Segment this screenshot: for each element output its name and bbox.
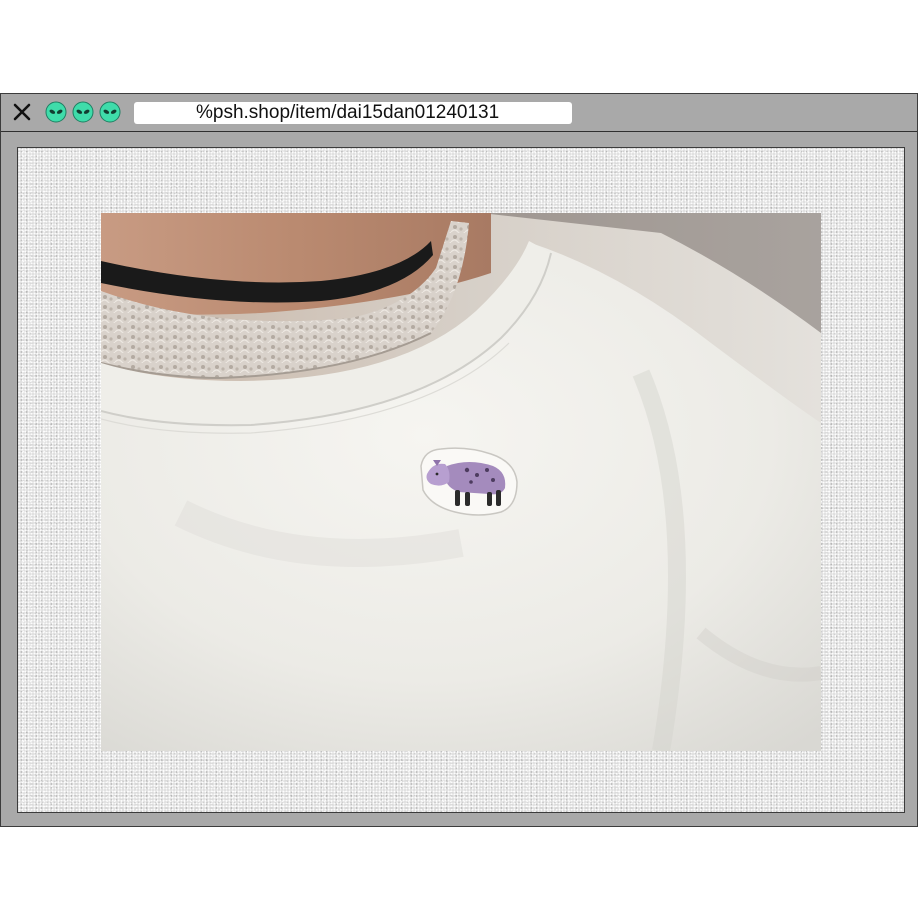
page-viewport [17,147,905,813]
address-bar[interactable]: %psh.shop/item/dai15dan01240131 [134,102,572,124]
title-bar: %psh.shop/item/dai15dan01240131 [1,94,917,132]
alien-icon[interactable] [45,101,67,123]
alien-icon[interactable] [72,101,94,123]
browser-window: %psh.shop/item/dai15dan01240131 [0,93,918,827]
alien-icon[interactable] [99,101,121,123]
url-text: %psh.shop/item/dai15dan01240131 [196,102,500,123]
product-photo [101,213,821,751]
close-icon[interactable] [11,101,33,123]
